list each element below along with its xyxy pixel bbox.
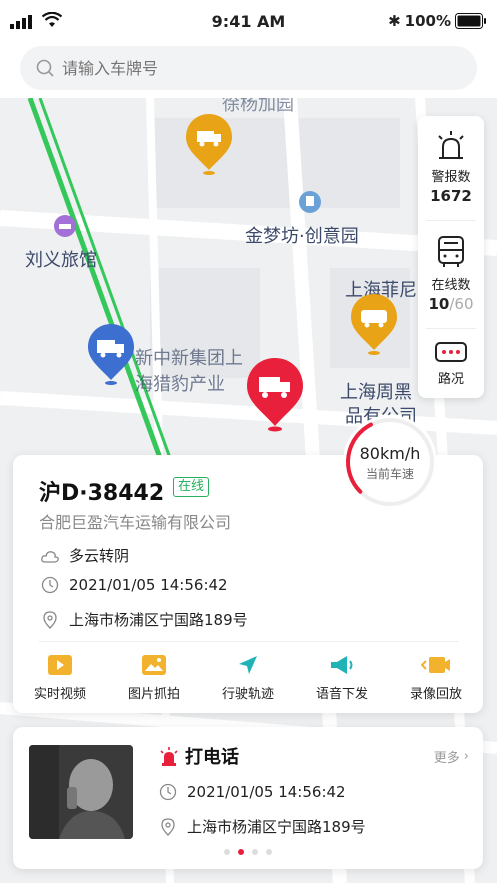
address-text: 上海市杨浦区宁国路189号 [69,611,248,629]
alert-title: 打电话 [185,747,239,768]
action-label: 图片抓拍 [127,687,180,702]
speed-value: 80km/h [359,444,421,463]
bluetooth-icon: ✱ [388,12,401,30]
action-label: 行驶轨迹 [221,687,274,702]
weather-text: 多云转阴 [69,547,130,565]
chevron-right-icon: › [463,749,469,764]
photo-capture-button[interactable]: 图片抓拍 [107,651,201,702]
alert-time-row: 2021/01/05 14:56:42 [159,783,346,801]
stats-panel: 警报数 1672 在线数 10/60 路况 [418,116,484,398]
page-dot[interactable] [266,849,272,855]
alert-address-row: 上海市杨浦区宁国路189号 [159,816,366,837]
address-row: 上海市杨浦区宁国路189号 [41,609,248,630]
voice-command-button[interactable]: 语音下发 [295,651,389,702]
search-box[interactable] [20,46,477,90]
poi-icon [299,191,321,213]
search-bar [0,44,497,98]
search-icon [36,59,54,77]
clock-icon [41,576,59,594]
action-label: 实时视频 [33,687,86,702]
battery-icon [455,13,486,29]
more-label: 更多 [433,751,460,766]
playback-button[interactable]: 录像回放 [389,651,483,702]
online-total: 60 [454,295,474,313]
alert-address: 上海市杨浦区宁国路189号 [187,818,366,836]
clock-icon [159,783,177,801]
playback-icon [421,657,450,673]
page-dot-active[interactable] [238,849,244,855]
map-label: 上海周黑 [340,382,412,403]
map-label: 海猎豹产业 [135,374,225,395]
status-bar: 9:41 AM ✱ 100% [0,0,497,44]
action-bar: 实时视频 图片抓拍 行驶轨迹 语音下发 录像回放 [13,651,483,702]
action-label: 录像回放 [409,687,462,702]
datetime-text: 2021/01/05 14:56:42 [69,576,228,594]
status-badge: 在线 [173,477,210,497]
company-name: 合肥巨盈汽车运输有限公司 [39,513,232,532]
driver-snapshot[interactable] [29,745,133,839]
page-dot[interactable] [224,849,230,855]
truck-marker-selected[interactable] [245,356,305,432]
online-label: 在线数 [431,278,471,293]
divider [39,641,459,642]
realtime-video-button[interactable]: 实时视频 [13,651,107,702]
cloud-icon [41,550,59,563]
divider [426,220,476,221]
alert-card[interactable]: 打电话 更多 › 2021/01/05 14:56:42 上海市杨浦区宁国路18… [13,727,483,869]
more-link[interactable]: 更多 › [434,747,469,766]
online-count: 10/60 [418,295,484,313]
plate-number: 沪D·38442 [39,481,165,506]
navigation-icon [239,656,257,674]
battery-percent: 100% [404,12,451,30]
map-label: 刘义旅馆 [25,250,97,271]
map-label: 新中新集团上 [135,348,243,369]
weather-row: 多云转阴 [41,545,129,566]
alarm-icon [438,131,464,159]
truck-marker-blue[interactable] [86,322,136,386]
van-marker-orange[interactable] [349,292,399,356]
road-condition-icon [435,342,467,362]
online-now: 10 [428,295,450,313]
road-condition-button[interactable]: 路况 [418,340,484,387]
location-pin-icon [161,817,175,836]
online-stat[interactable]: 在线数 10/60 [418,234,484,313]
video-icon [48,655,72,675]
page-indicator [13,849,483,855]
page-dot[interactable] [252,849,258,855]
bus-icon [438,236,464,267]
driver-photo [29,745,133,839]
map-label: 金梦坊·创意园 [245,226,359,247]
trajectory-button[interactable]: 行驶轨迹 [201,651,295,702]
action-label: 语音下发 [315,687,368,702]
time-row: 2021/01/05 14:56:42 [41,576,228,594]
siren-icon [160,747,178,766]
alarm-count: 1672 [430,187,472,205]
truck-marker-orange[interactable] [184,112,234,176]
hotel-poi-icon [54,215,76,237]
speed-label: 当前车速 [365,467,414,481]
divider [426,328,476,329]
image-icon [142,655,166,675]
road-label: 路况 [437,372,464,387]
location-pin-icon [43,610,57,629]
alert-datetime: 2021/01/05 14:56:42 [187,783,346,801]
search-input[interactable] [60,57,444,79]
alarm-label: 警报数 [431,170,471,185]
alarm-stat[interactable]: 警报数 1672 [418,130,484,205]
megaphone-icon [331,656,353,674]
